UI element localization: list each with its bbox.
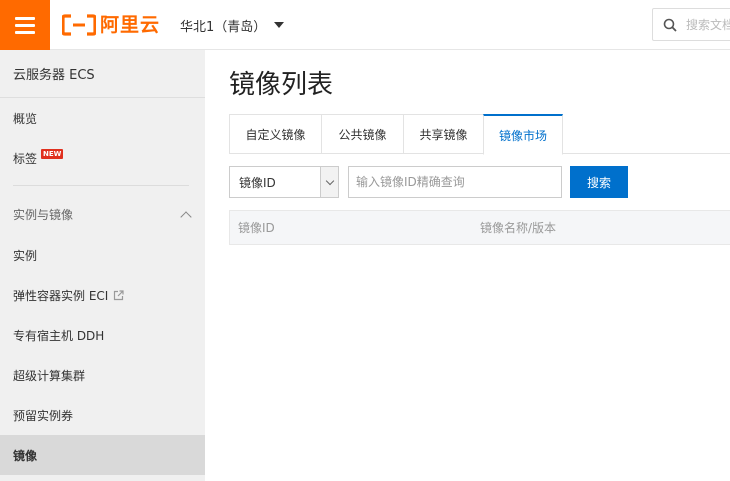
- image-id-query-input[interactable]: [348, 166, 562, 198]
- select-value: 镜像ID: [239, 175, 276, 190]
- sidebar-item-label: 专有宿主机 DDH: [13, 328, 105, 343]
- sidebar-item-label: 弹性容器实例 ECI: [13, 288, 109, 303]
- new-badge: NEW: [41, 149, 64, 159]
- tab-label: 镜像市场: [498, 128, 547, 143]
- column-header-image-id: 镜像ID: [238, 221, 275, 235]
- column-header-image-name: 镜像名称/版本: [480, 221, 557, 235]
- sidebar-divider: [13, 185, 189, 186]
- main-content: 镜像列表 自定义镜像 公共镜像 共享镜像 镜像市场 镜像ID 搜索 镜像ID 镜…: [205, 50, 730, 481]
- chevron-up-icon: [180, 210, 192, 223]
- brand-name: 阿里云: [100, 14, 161, 36]
- sidebar-group-label: 实例与镜像: [13, 207, 74, 222]
- doc-search-input[interactable]: [686, 17, 730, 32]
- sidebar-item-label: 超级计算集群: [13, 368, 86, 383]
- sidebar-item-label: 标签: [13, 151, 38, 166]
- filter-toolbar: 镜像ID 搜索: [229, 166, 628, 198]
- tab-public-images[interactable]: 公共镜像: [321, 114, 403, 154]
- sidebar-item-reserved-instances[interactable]: 预留实例券: [0, 395, 205, 435]
- sidebar: 云服务器 ECS 概览 标签 NEW 实例与镜像 实例 弹性容器实例 ECI 专…: [0, 50, 205, 481]
- sidebar-item-instances[interactable]: 实例: [0, 235, 205, 275]
- region-selector[interactable]: 华北1（青岛）: [180, 0, 285, 50]
- top-bar: 阿里云 华北1（青岛）: [0, 0, 730, 50]
- tab-label: 公共镜像: [338, 127, 387, 142]
- filter-field-select[interactable]: 镜像ID: [229, 166, 339, 198]
- tab-shared-images[interactable]: 共享镜像: [403, 114, 483, 154]
- sidebar-group-instances-images[interactable]: 实例与镜像: [0, 193, 205, 235]
- menu-line: [15, 30, 35, 34]
- sidebar-item-tags[interactable]: 标签 NEW: [0, 138, 205, 178]
- table-header: 镜像ID 镜像名称/版本: [229, 210, 730, 245]
- sidebar-item-eci[interactable]: 弹性容器实例 ECI: [0, 275, 205, 315]
- caret-down-icon: [274, 22, 285, 28]
- tab-label: 自定义镜像: [245, 127, 306, 142]
- sidebar-item-label: 概览: [13, 111, 38, 126]
- search-button[interactable]: 搜索: [570, 166, 628, 198]
- tab-custom-images[interactable]: 自定义镜像: [229, 114, 321, 154]
- sidebar-item-overview[interactable]: 概览: [0, 98, 205, 138]
- sidebar-item-scc[interactable]: 超级计算集群: [0, 355, 205, 395]
- menu-line: [15, 16, 35, 20]
- tab-image-marketplace[interactable]: 镜像市场: [483, 114, 563, 155]
- doc-search-box[interactable]: [652, 8, 730, 41]
- sidebar-item-ddh[interactable]: 专有宿主机 DDH: [0, 315, 205, 355]
- hamburger-menu-button[interactable]: [0, 0, 50, 50]
- sidebar-item-images[interactable]: 镜像: [0, 435, 205, 475]
- region-label: 华北1（青岛）: [180, 19, 267, 35]
- menu-line: [15, 23, 35, 27]
- sidebar-item-label: 实例: [13, 248, 38, 263]
- sidebar-item-label: 预留实例券: [13, 408, 74, 423]
- page-title: 镜像列表: [229, 70, 334, 100]
- aliyun-logo[interactable]: 阿里云: [62, 13, 160, 37]
- aliyun-logo-icon: [62, 14, 96, 36]
- sidebar-title: 云服务器 ECS: [0, 50, 205, 98]
- tab-label: 共享镜像: [419, 127, 468, 142]
- image-tabs: 自定义镜像 公共镜像 共享镜像 镜像市场: [229, 114, 730, 155]
- search-icon: [662, 17, 678, 33]
- external-link-icon: [113, 289, 124, 301]
- sidebar-item-label: 镜像: [13, 448, 38, 463]
- chevron-down-icon: [320, 167, 338, 197]
